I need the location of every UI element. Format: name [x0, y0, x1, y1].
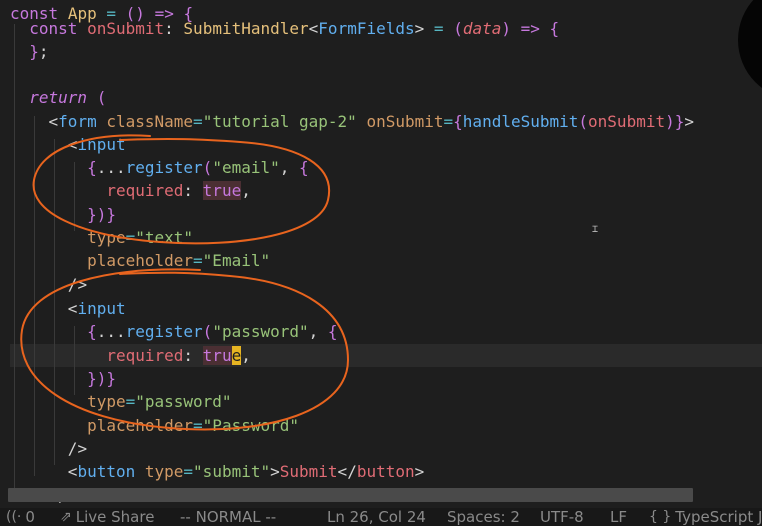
line-ending-selector[interactable]: LF: [610, 508, 627, 526]
code-line-9[interactable]: required: true,: [0, 179, 251, 202]
code-line-2[interactable]: const onSubmit: SubmitHandler<FormFields…: [0, 17, 559, 40]
code-line-18[interactable]: type="password": [0, 390, 232, 413]
cursor-position[interactable]: Ln 26, Col 24: [327, 508, 426, 526]
vim-mode-label: -- NORMAL --: [180, 508, 277, 526]
code-line-8[interactable]: {...register("email", {: [0, 156, 309, 179]
line-ending-label: LF: [610, 508, 627, 526]
code-line-12[interactable]: placeholder="Email": [0, 249, 270, 272]
braces-icon: { }: [649, 509, 672, 525]
encoding-selector[interactable]: UTF-8: [540, 508, 584, 526]
live-share-label: Live Share: [75, 508, 155, 526]
code-line-13[interactable]: />: [0, 273, 87, 296]
problems-count: 0: [25, 508, 35, 526]
live-share-button[interactable]: ⇗ Live Share: [60, 508, 154, 526]
status-bar: ((· 0 ⇗ Live Share -- NORMAL -- Ln 26, C…: [0, 508, 762, 526]
language-label: TypeScript JSX: [675, 508, 762, 526]
code-line-15[interactable]: {...register("password", {: [0, 320, 338, 343]
code-line-21[interactable]: <button type="submit">Submit</button>: [0, 460, 424, 483]
horizontal-scrollbar-thumb[interactable]: [8, 488, 693, 502]
code-line-16[interactable]: required: true,: [0, 344, 251, 367]
code-line-14[interactable]: <input: [0, 297, 126, 320]
code-line-6[interactable]: <form className="tutorial gap-2" onSubmi…: [0, 110, 694, 133]
code-line-19[interactable]: placeholder="Password": [0, 414, 299, 437]
code-line-11[interactable]: type="text": [0, 226, 193, 249]
code-line-10[interactable]: })}: [0, 203, 116, 226]
encoding-label: UTF-8: [540, 508, 584, 526]
code-line-5[interactable]: return (: [0, 86, 106, 109]
problems-indicator[interactable]: ((· 0: [6, 508, 35, 526]
code-line-20[interactable]: />: [0, 437, 87, 460]
live-share-icon: ⇗: [60, 509, 72, 525]
mouse-text-cursor-icon: ⌶: [592, 224, 599, 235]
vscode-window: const App = () => { const onSubmit: Subm…: [0, 0, 762, 526]
broadcast-icon: ((·: [6, 509, 22, 525]
code-editor[interactable]: const App = () => { const onSubmit: Subm…: [0, 0, 762, 508]
language-mode-selector[interactable]: { } TypeScript JSX: [649, 508, 762, 526]
vim-mode: -- NORMAL --: [180, 508, 276, 526]
code-line-3[interactable]: };: [0, 40, 48, 63]
indentation-label: Spaces: 2: [447, 508, 520, 526]
code-line-17[interactable]: })}: [0, 367, 116, 390]
cursor-position-label: Ln 26, Col 24: [327, 508, 426, 526]
code-line-7[interactable]: <input: [0, 133, 126, 156]
indentation-selector[interactable]: Spaces: 2: [447, 508, 520, 526]
code-line-4[interactable]: [0, 63, 10, 86]
